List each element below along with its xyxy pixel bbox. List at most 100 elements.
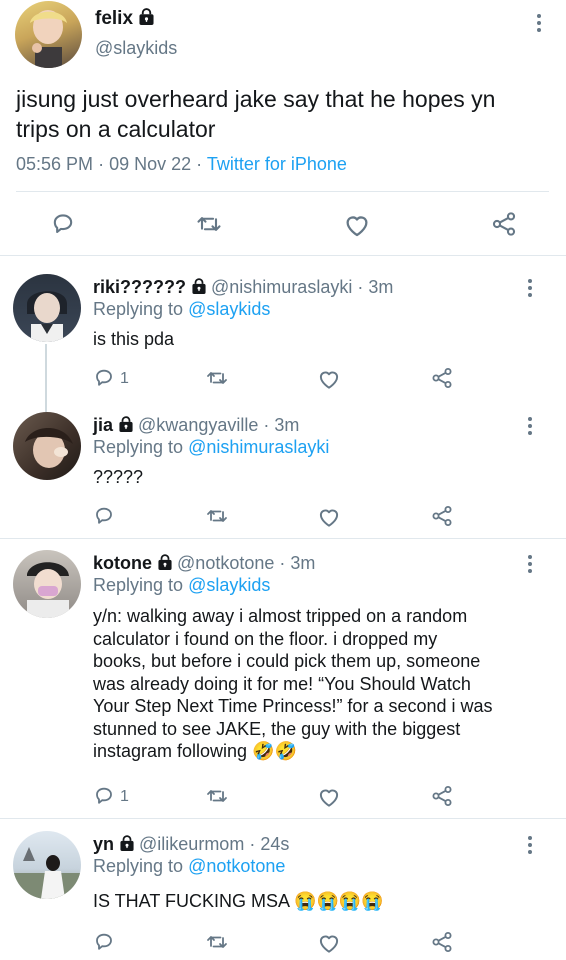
author-name[interactable]: felix xyxy=(95,8,133,29)
replying-to-label: Replying to xyxy=(93,299,184,319)
reply-icon[interactable] xyxy=(49,210,77,238)
meta-separator: · xyxy=(196,154,203,174)
avatar[interactable] xyxy=(13,550,81,618)
meta-separator: · xyxy=(98,154,105,174)
replying-to-label: Replying to xyxy=(93,856,184,876)
author-handle[interactable]: @notkotone xyxy=(177,553,274,573)
reply-icon[interactable] xyxy=(92,784,116,808)
divider xyxy=(0,255,566,256)
avatar[interactable] xyxy=(13,412,81,480)
like-icon[interactable] xyxy=(342,210,372,240)
replying-to: Replying to @notkotone xyxy=(93,856,285,877)
share-icon[interactable] xyxy=(490,210,518,238)
more-options-icon[interactable] xyxy=(527,279,533,300)
retweet-icon[interactable] xyxy=(204,784,230,808)
divider xyxy=(0,538,566,539)
more-options-icon[interactable] xyxy=(527,555,533,576)
reply-text: ????? xyxy=(93,467,144,487)
replying-to: Replying to @nishimuraslayki xyxy=(93,437,329,458)
reply-time: 24s xyxy=(260,834,290,854)
retweet-icon[interactable] xyxy=(204,504,230,528)
author-name-row: felix xyxy=(95,8,154,30)
lock-icon xyxy=(119,416,133,433)
reply-text-line: calculator i found on the floor. i dropp… xyxy=(93,628,438,649)
lock-icon xyxy=(139,8,154,26)
retweet-icon[interactable] xyxy=(204,930,230,954)
reply-icon[interactable] xyxy=(92,504,116,528)
like-icon[interactable] xyxy=(316,784,342,810)
reply-icon[interactable] xyxy=(92,366,116,390)
more-options-icon[interactable] xyxy=(527,417,533,438)
share-icon[interactable] xyxy=(430,930,454,954)
reply-text-line: y/n: walking away i almost tripped on a … xyxy=(93,606,468,626)
reply-count: 1 xyxy=(120,370,129,387)
author-handle[interactable]: @ilikeurmom xyxy=(139,834,244,854)
tweet-source-link[interactable]: Twitter for iPhone xyxy=(207,154,347,174)
reply-text-line: stunned to see JAKE, the guy with the bi… xyxy=(93,718,461,739)
meta-separator: · xyxy=(357,277,364,297)
lock-icon xyxy=(120,835,134,852)
tweet-meta: 05:56 PM · 09 Nov 22 · Twitter for iPhon… xyxy=(16,154,347,175)
avatar[interactable] xyxy=(13,831,81,899)
author-handle[interactable]: @kwangyaville xyxy=(138,415,258,435)
replying-to-link[interactable]: @slaykids xyxy=(188,299,270,319)
share-icon[interactable] xyxy=(430,504,454,528)
reply-time: 3m xyxy=(368,277,394,297)
tweet-text-line: jisung just overheard jake say that he h… xyxy=(16,86,496,112)
reply-text-line: instagram following 🤣🤣 xyxy=(93,741,297,761)
tweet-text-line: trips on a calculator xyxy=(16,116,216,142)
reply-time: 3m xyxy=(290,553,316,573)
share-icon[interactable] xyxy=(430,366,454,390)
reply-header: yn @ilikeurmom · 24s xyxy=(93,834,289,855)
reply-text: IS THAT FUCKING MSA 😭😭😭😭 xyxy=(93,891,384,911)
divider xyxy=(16,191,549,192)
replying-to-label: Replying to xyxy=(93,437,184,457)
author-name[interactable]: jia xyxy=(93,415,113,435)
avatar[interactable] xyxy=(13,274,81,342)
reply-text-line: was already doing it for me! “You Should… xyxy=(93,673,471,694)
author-name[interactable]: yn xyxy=(93,834,114,854)
avatar-photo-icon xyxy=(25,428,73,468)
meta-separator: · xyxy=(249,834,256,854)
avatar-photo-icon xyxy=(27,562,69,618)
avatar-photo-icon xyxy=(30,10,67,68)
replying-to: Replying to @slaykids xyxy=(93,575,270,596)
retweet-icon[interactable] xyxy=(204,366,230,390)
reply-count: 1 xyxy=(120,788,129,805)
author-handle[interactable]: @nishimuraslayki xyxy=(211,277,352,297)
replying-to-label: Replying to xyxy=(93,575,184,595)
tweet-text: jisung just overheard jake say that he h… xyxy=(16,84,556,144)
avatar-photo-icon xyxy=(27,291,67,342)
reply-text-line: Your Step Next Time Princess!” for a sec… xyxy=(93,696,493,716)
more-options-icon[interactable] xyxy=(527,836,533,857)
meta-separator: · xyxy=(279,553,286,573)
like-icon[interactable] xyxy=(316,366,342,392)
lock-icon xyxy=(192,278,206,295)
reply-text-line: books, but before i could pick them up, … xyxy=(93,651,481,671)
like-icon[interactable] xyxy=(316,504,342,530)
thread-line xyxy=(45,344,47,412)
replying-to: Replying to @slaykids xyxy=(93,299,270,320)
author-name[interactable]: riki?????? xyxy=(93,277,186,297)
retweet-icon[interactable] xyxy=(193,210,225,238)
replying-to-link[interactable]: @nishimuraslayki xyxy=(188,437,329,457)
avatar[interactable] xyxy=(15,1,82,68)
replying-to-link[interactable]: @notkotone xyxy=(188,856,285,876)
replying-to-link[interactable]: @slaykids xyxy=(188,575,270,595)
lock-icon xyxy=(158,554,172,571)
reply-icon[interactable] xyxy=(92,930,116,954)
reply-time: 3m xyxy=(274,415,300,435)
reply-header: jia @kwangyaville · 3m xyxy=(93,415,299,436)
reply-header: riki?????? @nishimuraslayki · 3m xyxy=(93,277,393,298)
author-name[interactable]: kotone xyxy=(93,553,152,573)
like-icon[interactable] xyxy=(316,930,342,956)
author-handle[interactable]: @slaykids xyxy=(95,38,177,59)
share-icon[interactable] xyxy=(430,784,454,808)
avatar-photo-icon xyxy=(13,847,81,899)
more-options-icon[interactable] xyxy=(536,14,542,35)
tweet-time: 05:56 PM xyxy=(16,154,94,174)
tweet-date: 09 Nov 22 xyxy=(109,154,192,174)
reply-text: is this pda xyxy=(93,329,175,349)
divider xyxy=(0,818,566,819)
meta-separator: · xyxy=(263,415,270,435)
